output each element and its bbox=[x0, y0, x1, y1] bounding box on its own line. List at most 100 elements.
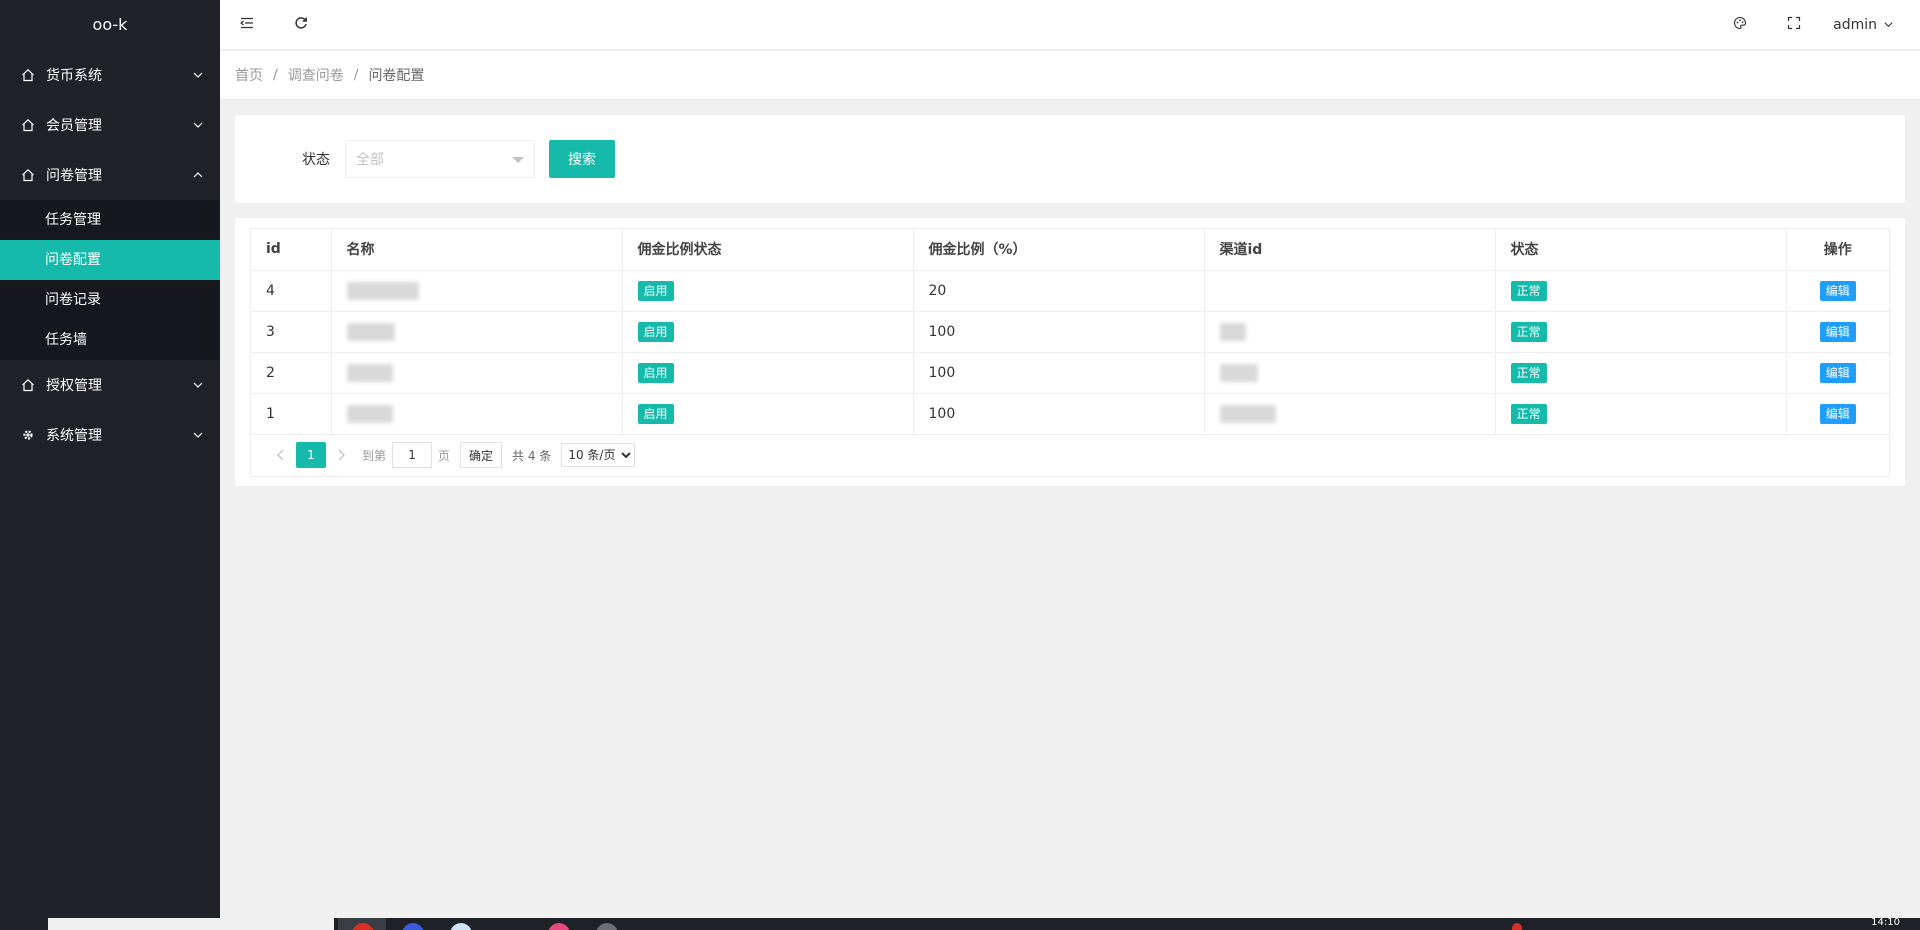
submenu-questionnaire: 任务管理 问卷配置 问卷记录 任务墙 bbox=[0, 200, 220, 360]
page-size-select[interactable]: 10 条/页 bbox=[561, 443, 636, 467]
commission-status-badge: 启用 bbox=[637, 403, 674, 424]
fullscreen-icon bbox=[1787, 16, 1801, 34]
taskbar-app-icon[interactable] bbox=[402, 923, 424, 930]
sidebar-item-authorization[interactable]: 授权管理 bbox=[0, 360, 220, 410]
os-taskbar: 14:10 bbox=[0, 918, 1920, 930]
column-header-commission-status[interactable]: 佣金比例状态 bbox=[622, 229, 914, 271]
taskbar-search-box[interactable] bbox=[48, 918, 334, 930]
username: admin bbox=[1833, 16, 1877, 33]
taskbar-app-icon[interactable] bbox=[548, 923, 570, 930]
pagination: 1 到第 页 确定 共 4 条 10 条/页 bbox=[251, 435, 1889, 476]
cell-name bbox=[331, 352, 623, 394]
cell-status: 正常 bbox=[1495, 352, 1787, 394]
edit-button[interactable]: 编辑 bbox=[1819, 362, 1856, 383]
breadcrumb-separator: / bbox=[273, 67, 278, 83]
cell-commission-status: 启用 bbox=[622, 311, 914, 353]
breadcrumb-current: 问卷配置 bbox=[368, 68, 425, 84]
cell-status: 正常 bbox=[1495, 311, 1787, 353]
taskbar-app-icon[interactable] bbox=[596, 923, 618, 930]
cell-name bbox=[331, 270, 623, 312]
table-row: 1 启用 100 正常 编辑 bbox=[251, 393, 1889, 435]
sidebar-item-task-management[interactable]: 任务管理 bbox=[0, 200, 220, 240]
cell-channel-id bbox=[1204, 393, 1496, 435]
cell-channel-id bbox=[1204, 311, 1496, 353]
edit-button[interactable]: 编辑 bbox=[1819, 403, 1856, 424]
dropdown-caret-icon bbox=[512, 157, 524, 163]
cell-status: 正常 bbox=[1495, 270, 1787, 312]
refresh-button[interactable] bbox=[274, 0, 328, 50]
search-button[interactable]: 搜索 bbox=[549, 140, 615, 178]
column-header-id[interactable]: id bbox=[251, 229, 332, 271]
theme-icon bbox=[1733, 16, 1747, 34]
column-header-channel-id[interactable]: 渠道id bbox=[1204, 229, 1496, 271]
cell-id: 1 bbox=[251, 393, 332, 435]
sidebar-item-currency[interactable]: 货币系统 bbox=[0, 50, 220, 100]
theme-button[interactable] bbox=[1713, 0, 1767, 50]
column-header-commission-ratio[interactable]: 佣金比例（%） bbox=[913, 229, 1205, 271]
redacted-name bbox=[346, 363, 393, 382]
status-badge: 正常 bbox=[1510, 280, 1547, 301]
column-header-status[interactable]: 状态 bbox=[1495, 229, 1787, 271]
edit-button[interactable]: 编辑 bbox=[1819, 321, 1856, 342]
sidebar: oo-k 货币系统 会员管理 问卷管理 任务管理 问卷配置 问卷记录 任务墙 授… bbox=[0, 0, 220, 918]
redacted-name bbox=[346, 281, 419, 300]
menu-toggle-button[interactable] bbox=[220, 0, 274, 50]
taskbar-tray-icon[interactable] bbox=[1512, 923, 1522, 930]
breadcrumb-home[interactable]: 首页 bbox=[235, 65, 263, 85]
chevron-down-icon bbox=[192, 119, 204, 131]
cell-actions: 编辑 bbox=[1786, 393, 1889, 435]
sidebar-item-questionnaire[interactable]: 问卷管理 bbox=[0, 150, 220, 200]
goto-page-input[interactable] bbox=[392, 442, 433, 468]
cell-ratio: 100 bbox=[913, 393, 1205, 435]
home-icon bbox=[20, 377, 36, 393]
taskbar-app-icon[interactable] bbox=[450, 923, 472, 930]
redacted-channel-id bbox=[1219, 404, 1276, 423]
sidebar-item-label: 授权管理 bbox=[46, 378, 102, 394]
redacted-name bbox=[346, 404, 393, 423]
sidebar-item-questionnaire-records[interactable]: 问卷记录 bbox=[0, 280, 220, 320]
goto-label: 到第 bbox=[362, 448, 387, 463]
cell-channel-id bbox=[1204, 270, 1496, 312]
prev-page-button[interactable] bbox=[266, 441, 296, 469]
cell-ratio: 100 bbox=[913, 352, 1205, 394]
page-number-current[interactable]: 1 bbox=[296, 442, 326, 468]
status-select[interactable]: 全部 bbox=[345, 140, 535, 178]
sidebar-item-label: 问卷管理 bbox=[46, 168, 102, 184]
sidebar-item-label: 会员管理 bbox=[46, 118, 102, 134]
fullscreen-button[interactable] bbox=[1767, 0, 1821, 50]
sidebar-item-task-wall[interactable]: 任务墙 bbox=[0, 320, 220, 360]
edit-button[interactable]: 编辑 bbox=[1819, 280, 1856, 301]
cell-status: 正常 bbox=[1495, 393, 1787, 435]
top-header: admin bbox=[220, 0, 1920, 50]
cell-name bbox=[331, 393, 623, 435]
search-form: 状态 全部 搜索 bbox=[235, 115, 1905, 203]
cell-actions: 编辑 bbox=[1786, 270, 1889, 312]
cell-id: 2 bbox=[251, 352, 332, 394]
home-icon bbox=[20, 117, 36, 133]
user-menu[interactable]: admin bbox=[1821, 0, 1920, 50]
data-table: id 名称 佣金比例状态 佣金比例（%） 渠道id 状态 操作 4 启用 20 … bbox=[250, 228, 1890, 477]
sidebar-item-questionnaire-config[interactable]: 问卷配置 bbox=[0, 240, 220, 280]
sidebar-item-system[interactable]: 系统管理 bbox=[0, 410, 220, 460]
next-page-button[interactable] bbox=[326, 441, 356, 469]
cell-actions: 编辑 bbox=[1786, 352, 1889, 394]
chevron-right-icon bbox=[338, 449, 345, 461]
cell-ratio: 20 bbox=[913, 270, 1205, 312]
redacted-channel-id bbox=[1219, 363, 1258, 382]
sidebar-item-members[interactable]: 会员管理 bbox=[0, 100, 220, 150]
column-header-name[interactable]: 名称 bbox=[331, 229, 623, 271]
redacted-name bbox=[346, 322, 395, 341]
page-unit-label: 页 bbox=[438, 448, 451, 463]
cell-id: 4 bbox=[251, 270, 332, 312]
status-badge: 正常 bbox=[1510, 362, 1547, 383]
commission-status-badge: 启用 bbox=[637, 362, 674, 383]
cell-commission-status: 启用 bbox=[622, 393, 914, 435]
chevron-down-icon bbox=[192, 379, 204, 391]
goto-confirm-button[interactable]: 确定 bbox=[460, 442, 503, 468]
home-icon bbox=[20, 67, 36, 83]
table-card: id 名称 佣金比例状态 佣金比例（%） 渠道id 状态 操作 4 启用 20 … bbox=[235, 218, 1905, 486]
breadcrumb-survey[interactable]: 调查问卷 bbox=[288, 65, 344, 85]
cell-id: 3 bbox=[251, 311, 332, 353]
app-logo: oo-k bbox=[92, 15, 128, 34]
total-count: 共 4 条 bbox=[512, 448, 552, 463]
